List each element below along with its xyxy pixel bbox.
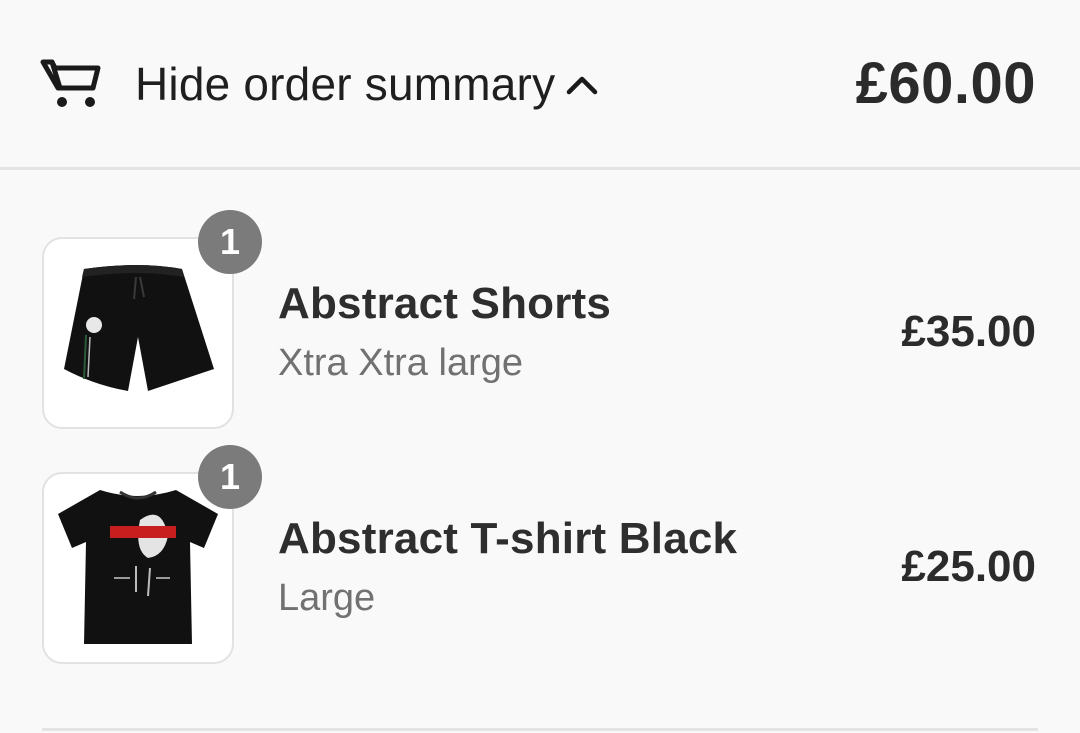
toggle-summary-label[interactable]: Hide order summary xyxy=(135,56,555,112)
quantity-badge: 1 xyxy=(198,210,262,274)
black-shorts-image xyxy=(64,265,214,391)
product-variant: Xtra Xtra large xyxy=(278,342,523,384)
product-variant: Large xyxy=(278,577,376,619)
section-divider xyxy=(42,728,1038,731)
product-name: Abstract Shorts xyxy=(278,279,612,328)
line-item: 1 Abstract T-shirt Black Large £25.00 xyxy=(0,445,1080,664)
product-name: Abstract T-shirt Black xyxy=(278,514,738,563)
chevron-up-icon[interactable] xyxy=(566,72,598,96)
product-price: £35.00 xyxy=(901,307,1036,356)
order-summary-toggle[interactable]: Hide order summary £60.00 xyxy=(0,0,1080,170)
cart-icon xyxy=(40,59,101,107)
black-tshirt-image xyxy=(58,490,218,644)
order-total: £60.00 xyxy=(855,51,1036,116)
quantity-badge: 1 xyxy=(198,445,262,509)
product-price: £25.00 xyxy=(901,542,1036,591)
line-item: 1 Abstract Shorts Xtra Xtra large £35.00 xyxy=(0,210,1080,429)
product-thumbnail xyxy=(42,237,234,429)
product-thumbnail xyxy=(42,472,234,664)
